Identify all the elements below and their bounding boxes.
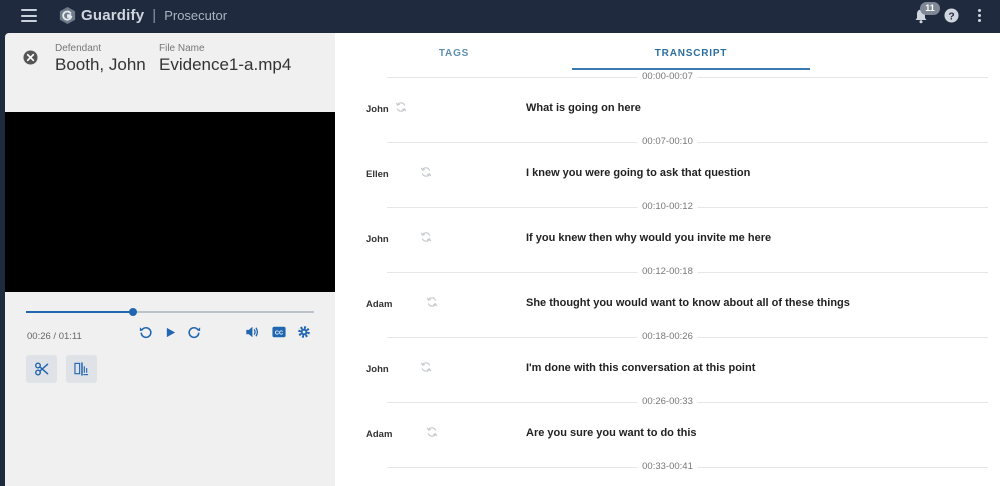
tab-tags[interactable]: TAGS (335, 33, 573, 70)
rewind-icon[interactable] (139, 325, 153, 339)
file-name: Evidence1-a.mp4 (159, 55, 292, 74)
seek-bar-handle[interactable] (128, 308, 137, 316)
time-display: 00:26 / 01:11 (27, 331, 82, 342)
menu-icon[interactable] (21, 9, 37, 22)
media-panel: Defendant Booth, John File Name Evidence… (5, 33, 335, 486)
tab-transcript[interactable]: TRANSCRIPT (572, 33, 810, 70)
seek-bar[interactable] (26, 308, 314, 316)
timestamp-range: 00:07-00:10 (637, 135, 698, 149)
notification-badge: 11 (920, 2, 940, 15)
speaker-name: Ellen (366, 169, 389, 180)
transcript-panel: TAGS TRANSCRIPT 00:00-00:07 John What is g… (335, 33, 1000, 486)
timestamp-divider: 00:07-00:10 (335, 135, 1000, 149)
sync-icon[interactable] (420, 230, 432, 242)
sync-icon[interactable] (426, 295, 438, 307)
utterance-text[interactable]: She thought you would want to know about… (526, 297, 850, 309)
speaker-name: John (366, 234, 389, 245)
timestamp-range: 00:18-00:26 (637, 330, 698, 344)
app-role: Prosecutor (164, 8, 228, 23)
timestamp-divider: 00:12-00:18 (335, 265, 1000, 279)
utterance-text[interactable]: I'm done with this conversation at this … (526, 362, 755, 374)
timestamp-range: 00:00-00:07 (637, 70, 698, 84)
seek-bar-progress (26, 311, 133, 313)
forward-icon[interactable] (187, 325, 201, 339)
speaker-name: John (366, 364, 389, 375)
svg-text:?: ? (948, 11, 954, 22)
utterance-text[interactable]: I knew you were going to ask that questi… (526, 167, 750, 179)
utterance-text[interactable]: If you knew then why would you invite me… (526, 232, 771, 244)
settings-icon[interactable] (297, 325, 311, 339)
timestamp-range: 00:10-00:12 (637, 200, 698, 214)
sync-icon[interactable] (426, 425, 438, 437)
clip-marker-button[interactable] (66, 355, 97, 383)
timestamp-divider: 00:00-00:07 (335, 70, 1000, 84)
svg-text:CC: CC (275, 330, 283, 336)
timestamp-divider: 00:18-00:26 (335, 330, 1000, 344)
volume-icon[interactable] (245, 325, 259, 339)
play-icon[interactable] (165, 327, 176, 338)
speaker-name: Adam (366, 299, 393, 310)
app-logo: Guardify | Prosecutor (58, 6, 227, 25)
sync-icon[interactable] (395, 100, 407, 112)
timestamp-range: 00:33-00:41 (637, 460, 698, 474)
timestamp-divider: 00:33-00:41 (335, 460, 1000, 474)
top-bar: Guardify | Prosecutor 11 ? (0, 0, 1000, 33)
speaker-name: Adam (366, 429, 393, 440)
timestamp-divider: 00:10-00:12 (335, 200, 1000, 214)
clip-scissors-button[interactable] (26, 355, 57, 383)
scissors-icon (35, 362, 49, 376)
file-name-label: File Name (159, 43, 205, 54)
timestamp-range: 00:12-00:18 (637, 265, 698, 279)
video-player[interactable] (5, 112, 335, 292)
timestamp-divider: 00:26-00:33 (335, 395, 1000, 409)
utterance-text[interactable]: What is going on here (526, 102, 641, 114)
title-separator: | (152, 7, 157, 24)
close-circle-icon[interactable] (23, 50, 38, 65)
defendant-name: Booth, John (55, 55, 146, 74)
timestamp-range: 00:26-00:33 (637, 395, 698, 409)
closed-caption-icon[interactable]: CC (272, 326, 286, 338)
sync-icon[interactable] (420, 165, 432, 177)
app-name: Guardify (81, 7, 145, 24)
utterance-text[interactable]: Are you sure you want to do this (526, 427, 697, 439)
more-vert-icon[interactable] (976, 9, 982, 23)
defendant-label: Defendant (55, 43, 102, 54)
speaker-name: John (366, 104, 389, 115)
help-icon[interactable]: ? (944, 8, 959, 23)
clip-marker-icon (74, 362, 89, 376)
sync-icon[interactable] (420, 360, 432, 372)
guardify-logo-icon (59, 6, 76, 25)
